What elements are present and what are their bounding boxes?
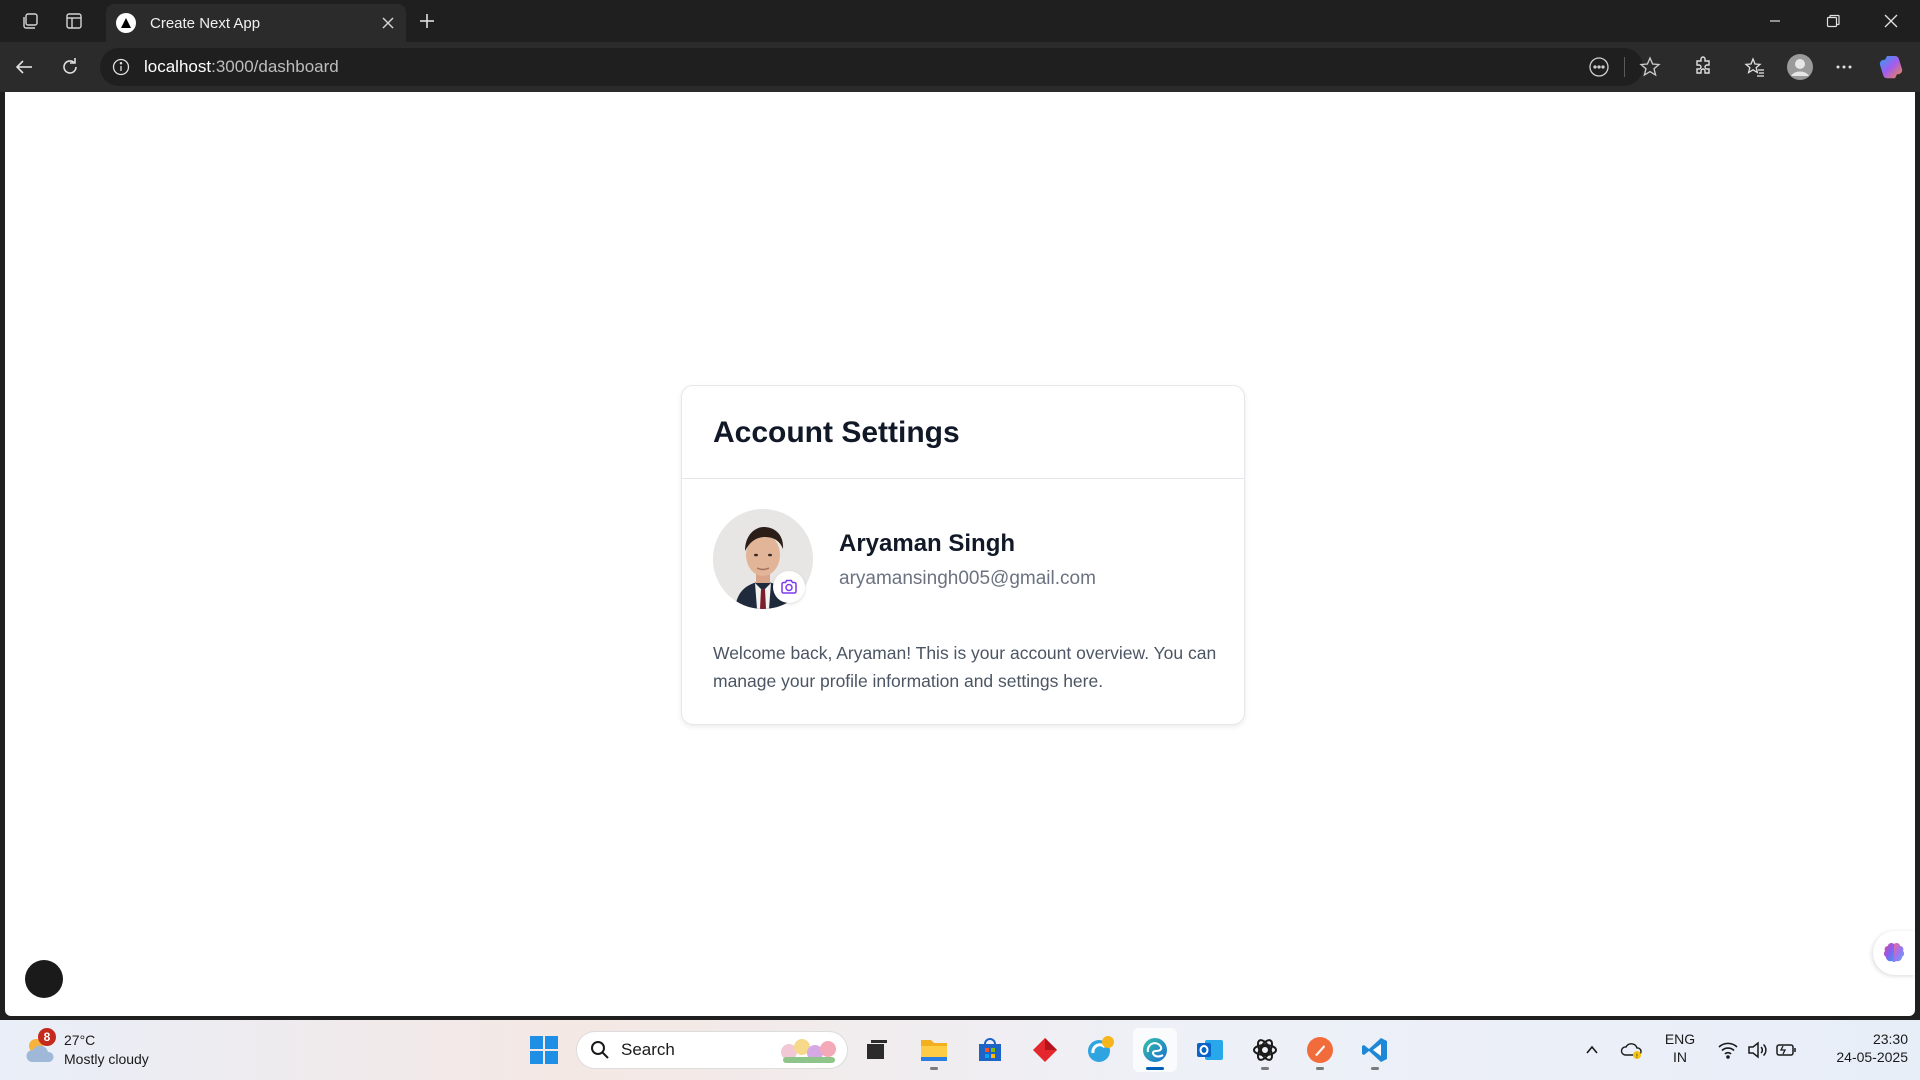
browser-toolbar: localhost:3000/dashboard: [0, 42, 1920, 92]
outlook-icon[interactable]: [1188, 1028, 1232, 1072]
user-email: aryamansingh005@gmail.com: [839, 568, 1096, 589]
refresh-button[interactable]: [52, 50, 88, 84]
weather-temperature: 27°C: [64, 1032, 96, 1048]
battery-icon[interactable]: [1774, 1038, 1798, 1062]
favorite-star-icon[interactable]: [1636, 54, 1664, 80]
running-indicator: [1261, 1067, 1269, 1070]
chevron-up-icon[interactable]: [1580, 1038, 1604, 1062]
omnibox-separator: [1624, 57, 1625, 77]
tab-title: Create Next App: [150, 14, 261, 32]
language-bottom: IN: [1673, 1049, 1687, 1065]
running-indicator: [930, 1067, 938, 1070]
camera-icon: [781, 579, 797, 594]
reading-mode-icon[interactable]: [1585, 54, 1613, 80]
address-bar[interactable]: localhost:3000/dashboard: [100, 48, 1661, 86]
copilot-icon[interactable]: [1874, 50, 1910, 84]
active-tab[interactable]: Create Next App: [106, 4, 406, 42]
volume-icon[interactable]: [1745, 1038, 1769, 1062]
account-settings-card: Account Settings Aryaman Singh aryamansi…: [681, 385, 1245, 725]
active-indicator: [1146, 1067, 1164, 1070]
profile-avatar-icon[interactable]: [1782, 50, 1818, 84]
weather-alert-badge: 8: [38, 1028, 56, 1046]
url-text: localhost:3000/dashboard: [144, 57, 339, 76]
more-options-icon[interactable]: [1826, 50, 1862, 84]
clock-time: 23:30: [1872, 1031, 1908, 1047]
vscode-icon[interactable]: [1353, 1028, 1397, 1072]
microsoft-store-icon[interactable]: [968, 1028, 1012, 1072]
close-tab-icon[interactable]: [374, 9, 402, 37]
svg-text:!: !: [1636, 1053, 1638, 1060]
red-app-icon[interactable]: [1023, 1028, 1067, 1072]
search-icon: [591, 1041, 609, 1059]
favorites-icon[interactable]: [1737, 50, 1773, 84]
brain-icon: [1883, 942, 1905, 962]
sidebar-copilot-button[interactable]: [1873, 931, 1915, 975]
onedrive-warning-icon[interactable]: !: [1620, 1038, 1644, 1062]
search-highlight-flowers-icon: [781, 1039, 836, 1063]
file-explorer-icon[interactable]: [912, 1028, 956, 1072]
site-info-icon[interactable]: [110, 56, 132, 78]
task-view-icon[interactable]: [855, 1028, 899, 1072]
vertical-tabs-icon[interactable]: [58, 6, 90, 36]
postman-icon[interactable]: [1298, 1028, 1342, 1072]
workspaces-icon[interactable]: [14, 6, 46, 36]
user-name: Aryaman Singh: [839, 530, 1016, 557]
back-button[interactable]: [6, 50, 42, 84]
windows-taskbar: 8 27°C Mostly cloudy Search ! ENG IN 23:…: [0, 1020, 1920, 1080]
clock[interactable]: 23:30 24-05-2025: [1812, 1031, 1908, 1065]
running-indicator: [1371, 1067, 1379, 1070]
minimize-button[interactable]: [1746, 0, 1804, 42]
change-photo-button[interactable]: [773, 571, 805, 603]
clock-date: 24-05-2025: [1836, 1049, 1908, 1065]
running-indicator: [1316, 1067, 1324, 1070]
browser-title-bar: Create Next App: [0, 0, 1920, 42]
nextjs-favicon-icon: [116, 13, 136, 33]
card-header: Account Settings: [682, 386, 1244, 479]
wifi-icon[interactable]: [1716, 1038, 1740, 1062]
edge-icon[interactable]: [1133, 1028, 1177, 1072]
profile-section: Aryaman Singh aryamansingh005@gmail.com: [713, 509, 1233, 609]
welcome-message: Welcome back, Aryaman! This is your acco…: [713, 643, 1217, 691]
close-window-button[interactable]: [1862, 0, 1920, 42]
weather-widget[interactable]: 8 27°C Mostly cloudy: [22, 1028, 172, 1072]
chatgpt-icon[interactable]: [1243, 1028, 1287, 1072]
language-indicator[interactable]: ENG IN: [1660, 1031, 1700, 1065]
search-label: Search: [621, 1040, 675, 1059]
windows-start-icon[interactable]: [522, 1028, 566, 1072]
weather-condition: Mostly cloudy: [64, 1051, 149, 1067]
taskbar-search-input[interactable]: Search: [576, 1031, 848, 1069]
page-title: Account Settings: [713, 416, 960, 449]
new-tab-button[interactable]: [410, 6, 444, 36]
extensions-icon[interactable]: [1685, 50, 1721, 84]
language-top: ENG: [1664, 1031, 1696, 1047]
page-viewport: Account Settings Aryaman Singh aryamansi…: [5, 92, 1915, 1016]
restore-button[interactable]: [1804, 0, 1862, 42]
edge-beta-icon[interactable]: [1078, 1028, 1122, 1072]
floating-action-button[interactable]: [25, 960, 63, 998]
